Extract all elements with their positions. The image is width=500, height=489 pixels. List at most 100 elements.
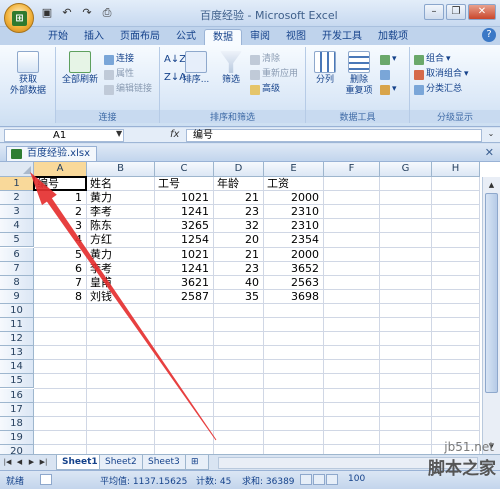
- row-header-6[interactable]: 6: [0, 247, 34, 262]
- page-break-view-icon[interactable]: [326, 474, 338, 485]
- tab-page-layout[interactable]: 页面布局: [112, 29, 168, 45]
- cell-c6[interactable]: 1021: [158, 248, 209, 261]
- row-header-13[interactable]: 13: [0, 346, 34, 361]
- minimize-icon[interactable]: –: [424, 4, 444, 20]
- macro-record-icon[interactable]: [40, 474, 52, 485]
- last-sheet-icon[interactable]: ▶|: [38, 457, 49, 468]
- cell-c1[interactable]: 工号: [158, 177, 209, 190]
- cell-d6[interactable]: 21: [217, 248, 259, 261]
- subtotal-button[interactable]: 分类汇总: [414, 83, 462, 96]
- prev-sheet-icon[interactable]: ◀: [14, 457, 25, 468]
- cell-e3[interactable]: 2310: [267, 206, 319, 218]
- column-header-d[interactable]: D: [214, 162, 264, 177]
- cell-b4[interactable]: 陈东: [90, 220, 150, 232]
- refresh-all-button[interactable]: 全部刷新: [60, 51, 100, 86]
- tab-review[interactable]: 审阅: [242, 29, 278, 45]
- tab-home[interactable]: 开始: [40, 29, 76, 45]
- tab-formulas[interactable]: 公式: [168, 29, 204, 45]
- sheet-tab-3[interactable]: Sheet3: [142, 455, 186, 470]
- cell-a7[interactable]: 6: [37, 262, 82, 275]
- get-external-data-button[interactable]: 获取 外部数据: [6, 51, 50, 97]
- cell-c2[interactable]: 1021: [158, 191, 209, 204]
- print-icon[interactable]: ⎙: [100, 6, 114, 20]
- cell-e4[interactable]: 2310: [267, 220, 319, 232]
- what-if-icon[interactable]: ▾: [380, 83, 397, 96]
- row-header-12[interactable]: 12: [0, 332, 34, 347]
- reapply-button[interactable]: 重新应用: [250, 68, 298, 81]
- cell-a9[interactable]: 8: [37, 290, 82, 303]
- close-workbook-icon[interactable]: ✕: [485, 146, 494, 159]
- row-header-1[interactable]: 1: [0, 177, 34, 192]
- next-sheet-icon[interactable]: ▶: [26, 457, 37, 468]
- column-header-f[interactable]: F: [324, 162, 380, 177]
- column-header-e[interactable]: E: [264, 162, 324, 177]
- cell-a6[interactable]: 5: [37, 248, 82, 261]
- row-header-16[interactable]: 16: [0, 388, 34, 403]
- sheet-tab-1[interactable]: Sheet1: [56, 455, 104, 470]
- column-header-a[interactable]: A: [34, 162, 87, 177]
- row-header-9[interactable]: 9: [0, 289, 34, 304]
- cell-a5[interactable]: 4: [37, 234, 82, 246]
- cell-d4[interactable]: 32: [217, 220, 259, 232]
- cell-b8[interactable]: 皇甫: [90, 276, 150, 289]
- connections-button[interactable]: 连接: [104, 53, 134, 66]
- column-header-b[interactable]: B: [87, 162, 155, 177]
- close-icon[interactable]: ✕: [468, 4, 496, 20]
- cell-c8[interactable]: 3621: [158, 276, 209, 289]
- row-header-3[interactable]: 3: [0, 205, 34, 220]
- group-button[interactable]: 组合 ▾: [414, 53, 451, 66]
- cell-c7[interactable]: 1241: [158, 262, 209, 275]
- cell-d3[interactable]: 23: [217, 206, 259, 218]
- clear-button[interactable]: 清除: [250, 53, 280, 66]
- zoom-level[interactable]: 100: [348, 474, 365, 484]
- tab-insert[interactable]: 插入: [76, 29, 112, 45]
- properties-button[interactable]: 属性: [104, 68, 134, 81]
- spreadsheet-grid[interactable]: ▲ ▼ A B C D E F G H 1 2 3 4 5 6 7 8 9 10 11 12 13 14 15 16 17 18 1…: [0, 162, 500, 454]
- scroll-up-icon[interactable]: ▲: [485, 179, 498, 191]
- select-all-corner[interactable]: [0, 162, 34, 177]
- cell-c3[interactable]: 1241: [158, 206, 209, 218]
- data-validation-icon[interactable]: ▾: [380, 53, 397, 66]
- row-header-15[interactable]: 15: [0, 374, 34, 389]
- name-box[interactable]: A1: [4, 129, 124, 142]
- cell-e1[interactable]: 工资: [267, 177, 319, 190]
- row-header-18[interactable]: 18: [0, 416, 34, 431]
- page-layout-view-icon[interactable]: [313, 474, 325, 485]
- tab-data[interactable]: 数据: [204, 29, 242, 45]
- row-header-2[interactable]: 2: [0, 191, 34, 206]
- cell-b9[interactable]: 刘钱: [90, 290, 150, 303]
- help-icon[interactable]: ?: [482, 28, 496, 42]
- row-header-19[interactable]: 19: [0, 430, 34, 445]
- cell-c4[interactable]: 3265: [158, 220, 209, 232]
- cell-e2[interactable]: 2000: [267, 191, 319, 204]
- normal-view-icon[interactable]: [300, 474, 312, 485]
- tab-developer[interactable]: 开发工具: [314, 29, 370, 45]
- column-header-c[interactable]: C: [155, 162, 214, 177]
- cell-e5[interactable]: 2354: [267, 234, 319, 246]
- workbook-tab[interactable]: 百度经验.xlsx: [6, 146, 98, 161]
- cell-b6[interactable]: 黄力: [90, 248, 150, 261]
- cell-b2[interactable]: 黄力: [90, 191, 150, 204]
- row-header-10[interactable]: 10: [0, 303, 34, 318]
- scroll-thumb[interactable]: [485, 193, 498, 393]
- ungroup-button[interactable]: 取消组合 ▾: [414, 68, 469, 81]
- cell-a3[interactable]: 2: [37, 206, 82, 218]
- vertical-scrollbar[interactable]: ▲ ▼: [482, 177, 500, 454]
- cell-e8[interactable]: 2563: [267, 276, 319, 289]
- cell-a2[interactable]: 1: [37, 191, 82, 204]
- cell-d1[interactable]: 年龄: [217, 177, 259, 190]
- row-header-17[interactable]: 17: [0, 402, 34, 417]
- row-header-7[interactable]: 7: [0, 261, 34, 276]
- maximize-icon[interactable]: ❐: [446, 4, 466, 20]
- tab-view[interactable]: 视图: [278, 29, 314, 45]
- column-header-g[interactable]: G: [380, 162, 432, 177]
- cell-e6[interactable]: 2000: [267, 248, 319, 261]
- undo-icon[interactable]: ↶: [60, 6, 74, 20]
- cell-d5[interactable]: 20: [217, 234, 259, 246]
- row-header-20[interactable]: 20: [0, 444, 34, 454]
- cell-a4[interactable]: 3: [37, 220, 82, 232]
- advanced-button[interactable]: 高级: [250, 83, 280, 96]
- cell-d8[interactable]: 40: [217, 276, 259, 289]
- tab-addins[interactable]: 加载项: [370, 29, 416, 45]
- row-header-11[interactable]: 11: [0, 318, 34, 333]
